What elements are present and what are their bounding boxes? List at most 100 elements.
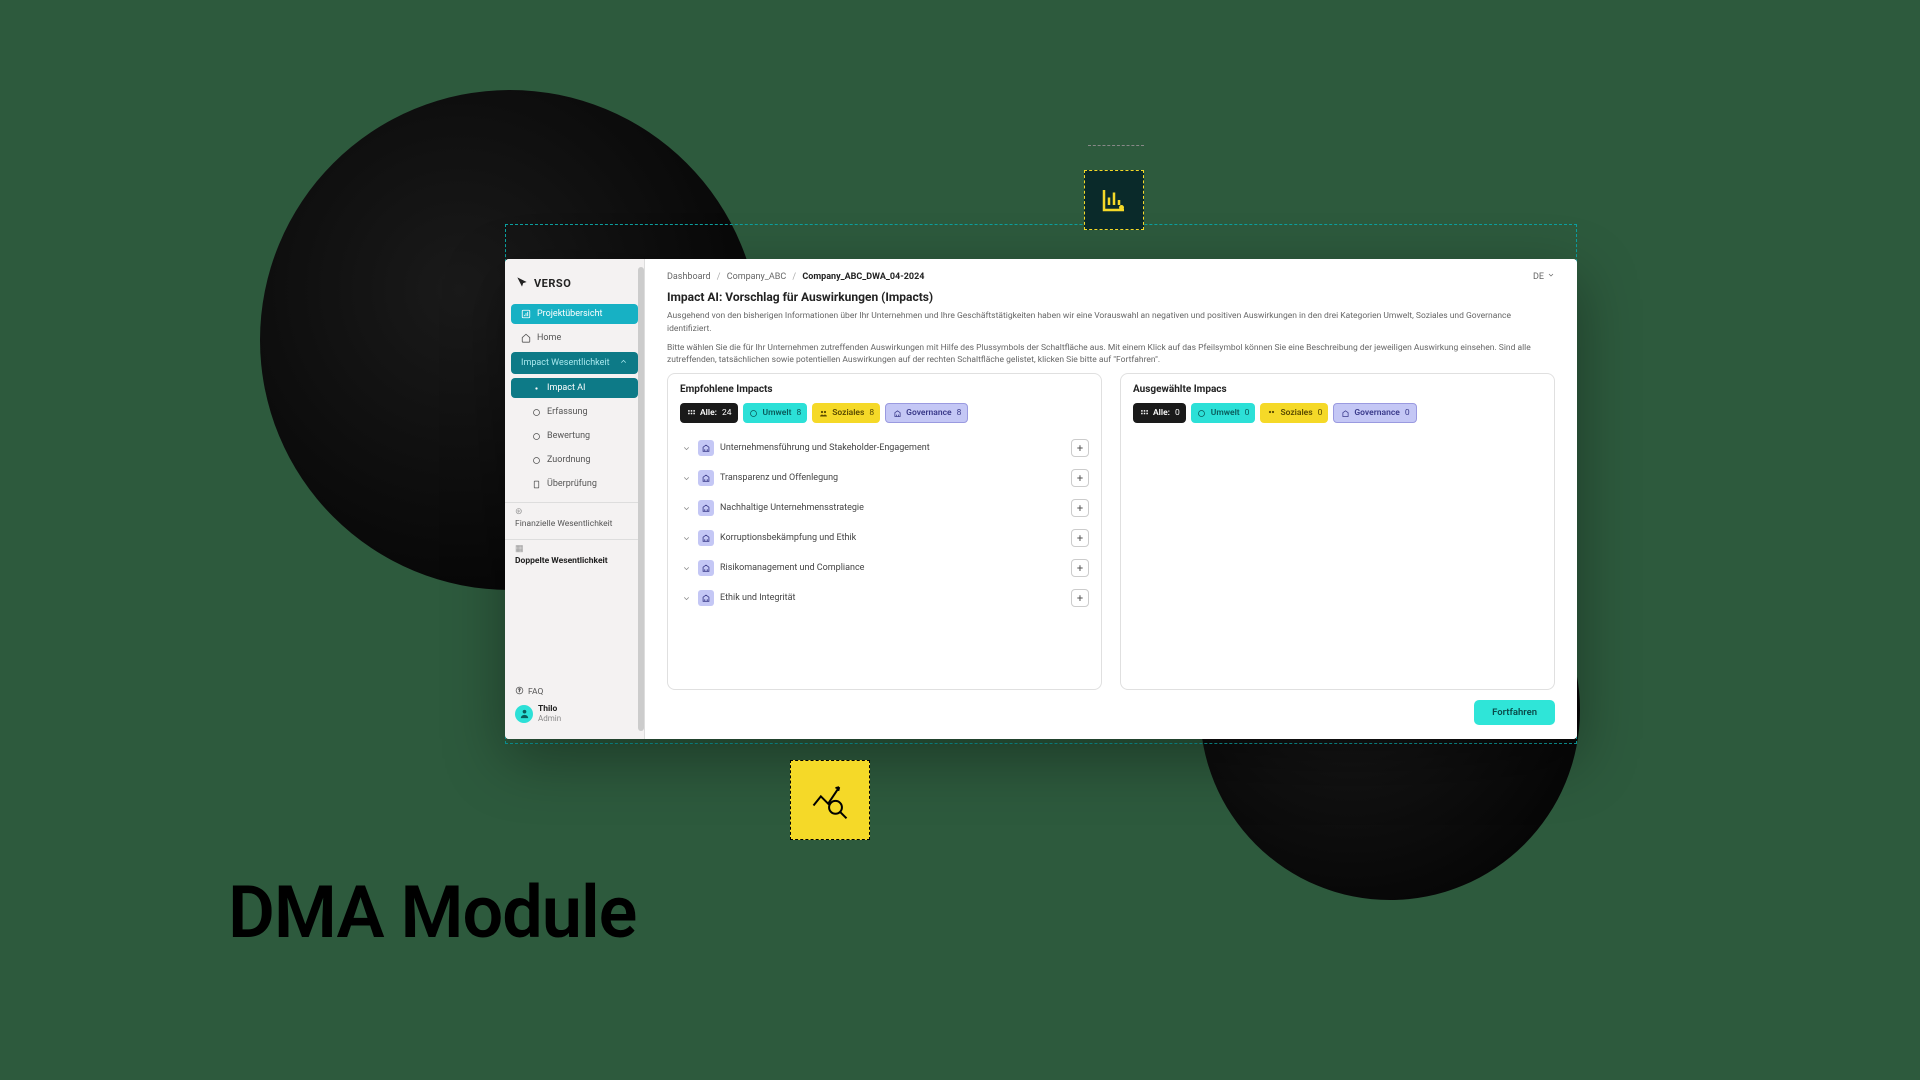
user-block[interactable]: Thilo Admin bbox=[505, 700, 644, 731]
sparkle-icon bbox=[531, 383, 541, 393]
chip-count: 0 bbox=[1245, 408, 1250, 418]
chip-label: Umwelt bbox=[763, 408, 792, 418]
expand-button[interactable] bbox=[680, 472, 692, 484]
sidebar-section-finanzielle[interactable]: ⊛ Finanzielle Wesentlichkeit bbox=[505, 502, 644, 533]
sidebar-item-zuordnung[interactable]: Zuordnung bbox=[511, 450, 638, 470]
page-description-1: Ausgehend von den bisherigen Information… bbox=[667, 310, 1555, 336]
breadcrumb-item[interactable]: Dashboard bbox=[667, 272, 711, 282]
help-icon: ? bbox=[515, 686, 524, 698]
impact-row: Transparenz und Offenlegung + bbox=[680, 463, 1089, 493]
filter-chip-soziales[interactable]: Soziales 0 bbox=[1260, 403, 1328, 423]
governance-category-icon bbox=[698, 440, 714, 456]
sidebar-item-projektubersicht[interactable]: Projektübersicht bbox=[511, 304, 638, 324]
svg-text:?: ? bbox=[518, 688, 520, 694]
filter-chip-umwelt[interactable]: Umwelt 8 bbox=[743, 403, 808, 423]
sidebar: VERSO Projektübersicht Home Impact Wesen… bbox=[505, 259, 645, 739]
sidebar-item-label: Erfassung bbox=[547, 407, 588, 417]
breadcrumb-item-current: Company_ABC_DWA_04-2024 bbox=[802, 272, 924, 282]
filter-chip-governance[interactable]: Governance 8 bbox=[885, 403, 968, 423]
add-button[interactable]: + bbox=[1071, 589, 1089, 607]
add-button[interactable]: + bbox=[1071, 469, 1089, 487]
section-label: Doppelte Wesentlichkeit bbox=[515, 556, 634, 566]
sidebar-item-bewertung[interactable]: Bewertung bbox=[511, 426, 638, 446]
impact-list: Unternehmensführung und Stakeholder-Enga… bbox=[680, 433, 1089, 679]
governance-category-icon bbox=[698, 470, 714, 486]
chip-count: 8 bbox=[869, 408, 874, 418]
chevron-down-icon bbox=[1547, 271, 1555, 282]
sidebar-scrollbar[interactable] bbox=[638, 267, 644, 731]
logo-text: VERSO bbox=[534, 277, 571, 290]
breadcrumb-item[interactable]: Company_ABC bbox=[727, 272, 786, 282]
sidebar-item-uberprufung[interactable]: Überprüfung bbox=[511, 474, 638, 494]
chip-count: 0 bbox=[1175, 408, 1180, 418]
expand-button[interactable] bbox=[680, 592, 692, 604]
impact-row: Unternehmensführung und Stakeholder-Enga… bbox=[680, 433, 1089, 463]
people-icon bbox=[818, 408, 828, 418]
sidebar-item-faq[interactable]: ? FAQ bbox=[505, 684, 644, 700]
filter-chip-soziales[interactable]: Soziales 8 bbox=[812, 403, 880, 423]
sidebar-item-label: FAQ bbox=[528, 687, 543, 697]
impact-row: Nachhaltige Unternehmensstrategie + bbox=[680, 493, 1089, 523]
circle-icon bbox=[531, 407, 541, 417]
grid-icon bbox=[686, 408, 696, 418]
impact-label: Transparenz und Offenlegung bbox=[720, 473, 1065, 483]
filter-chip-all[interactable]: Alle: 24 bbox=[680, 403, 738, 423]
sidebar-item-erfassung[interactable]: Erfassung bbox=[511, 402, 638, 422]
sidebar-item-label: Home bbox=[537, 333, 561, 343]
decor-analytics-badge bbox=[790, 760, 870, 840]
chip-label: Umwelt bbox=[1211, 408, 1240, 418]
expand-button[interactable] bbox=[680, 532, 692, 544]
impact-row: Korruptionsbekämpfung und Ethik+ bbox=[680, 523, 1089, 553]
expand-button[interactable] bbox=[680, 442, 692, 454]
panel-selected: Ausgewählte Impacs Alle: 0 Umwelt 0 S bbox=[1120, 373, 1555, 690]
chip-count: 0 bbox=[1405, 408, 1410, 418]
marketing-title: DMA Module bbox=[228, 870, 636, 955]
coins-icon: ⊛ bbox=[515, 507, 634, 517]
expand-button[interactable] bbox=[680, 562, 692, 574]
building-icon bbox=[892, 408, 902, 418]
logo-icon bbox=[515, 275, 529, 292]
impact-row: Ethik und Integrität+ bbox=[680, 583, 1089, 613]
sidebar-group-impact-wesentlichkeit[interactable]: Impact Wesentlichkeit bbox=[511, 352, 638, 374]
circle-icon bbox=[531, 431, 541, 441]
sidebar-section-doppelte[interactable]: ▦ Doppelte Wesentlichkeit bbox=[505, 539, 644, 570]
user-role: Admin bbox=[538, 714, 561, 723]
chip-label: Alle: bbox=[700, 408, 717, 418]
add-button[interactable]: + bbox=[1071, 529, 1089, 547]
chip-count: 24 bbox=[722, 408, 732, 418]
layers-icon: ▦ bbox=[515, 544, 634, 554]
breadcrumb: Dashboard / Company_ABC / Company_ABC_DW… bbox=[667, 272, 924, 282]
app-window: VERSO Projektübersicht Home Impact Wesen… bbox=[505, 259, 1577, 739]
breadcrumb-sep: / bbox=[792, 272, 796, 282]
chip-label: Soziales bbox=[832, 408, 864, 418]
sidebar-item-impact-ai[interactable]: Impact AI bbox=[511, 378, 638, 398]
avatar bbox=[515, 705, 533, 723]
governance-category-icon bbox=[698, 560, 714, 576]
filter-chip-umwelt[interactable]: Umwelt 0 bbox=[1191, 403, 1256, 423]
building-icon bbox=[1340, 408, 1350, 418]
filter-chip-all[interactable]: Alle: 0 bbox=[1133, 403, 1186, 423]
continue-button[interactable]: Fortfahren bbox=[1474, 700, 1555, 725]
governance-category-icon bbox=[698, 500, 714, 516]
add-button[interactable]: + bbox=[1071, 559, 1089, 577]
panels-row: Empfohlene Impacts Alle: 24 Umwelt 8 bbox=[667, 373, 1555, 690]
chip-label: Governance bbox=[1354, 408, 1399, 418]
add-button[interactable]: + bbox=[1071, 499, 1089, 517]
filter-chip-governance[interactable]: Governance 0 bbox=[1333, 403, 1416, 423]
leaf-icon bbox=[749, 408, 759, 418]
impact-row: Risikomanagement und Compliance+ bbox=[680, 553, 1089, 583]
sidebar-item-home[interactable]: Home bbox=[511, 328, 638, 348]
chip-count: 8 bbox=[796, 408, 801, 418]
language-selector[interactable]: DE bbox=[1533, 271, 1555, 282]
panel-title: Empfohlene Impacts bbox=[680, 384, 1089, 395]
impact-label: Unternehmensführung und Stakeholder-Enga… bbox=[720, 443, 1065, 453]
leaf-icon bbox=[1197, 408, 1207, 418]
impact-label: Nachhaltige Unternehmensstrategie bbox=[720, 503, 1065, 513]
expand-button[interactable] bbox=[680, 502, 692, 514]
page-title: Impact AI: Vorschlag für Auswirkungen (I… bbox=[667, 290, 1555, 304]
page-description-2: Bitte wählen Sie die für Ihr Unternehmen… bbox=[667, 342, 1555, 368]
add-button[interactable]: + bbox=[1071, 439, 1089, 457]
sidebar-item-label: Impact Wesentlichkeit bbox=[521, 358, 610, 369]
sidebar-item-label: Projektübersicht bbox=[537, 309, 603, 319]
chevron-up-icon bbox=[619, 357, 628, 369]
